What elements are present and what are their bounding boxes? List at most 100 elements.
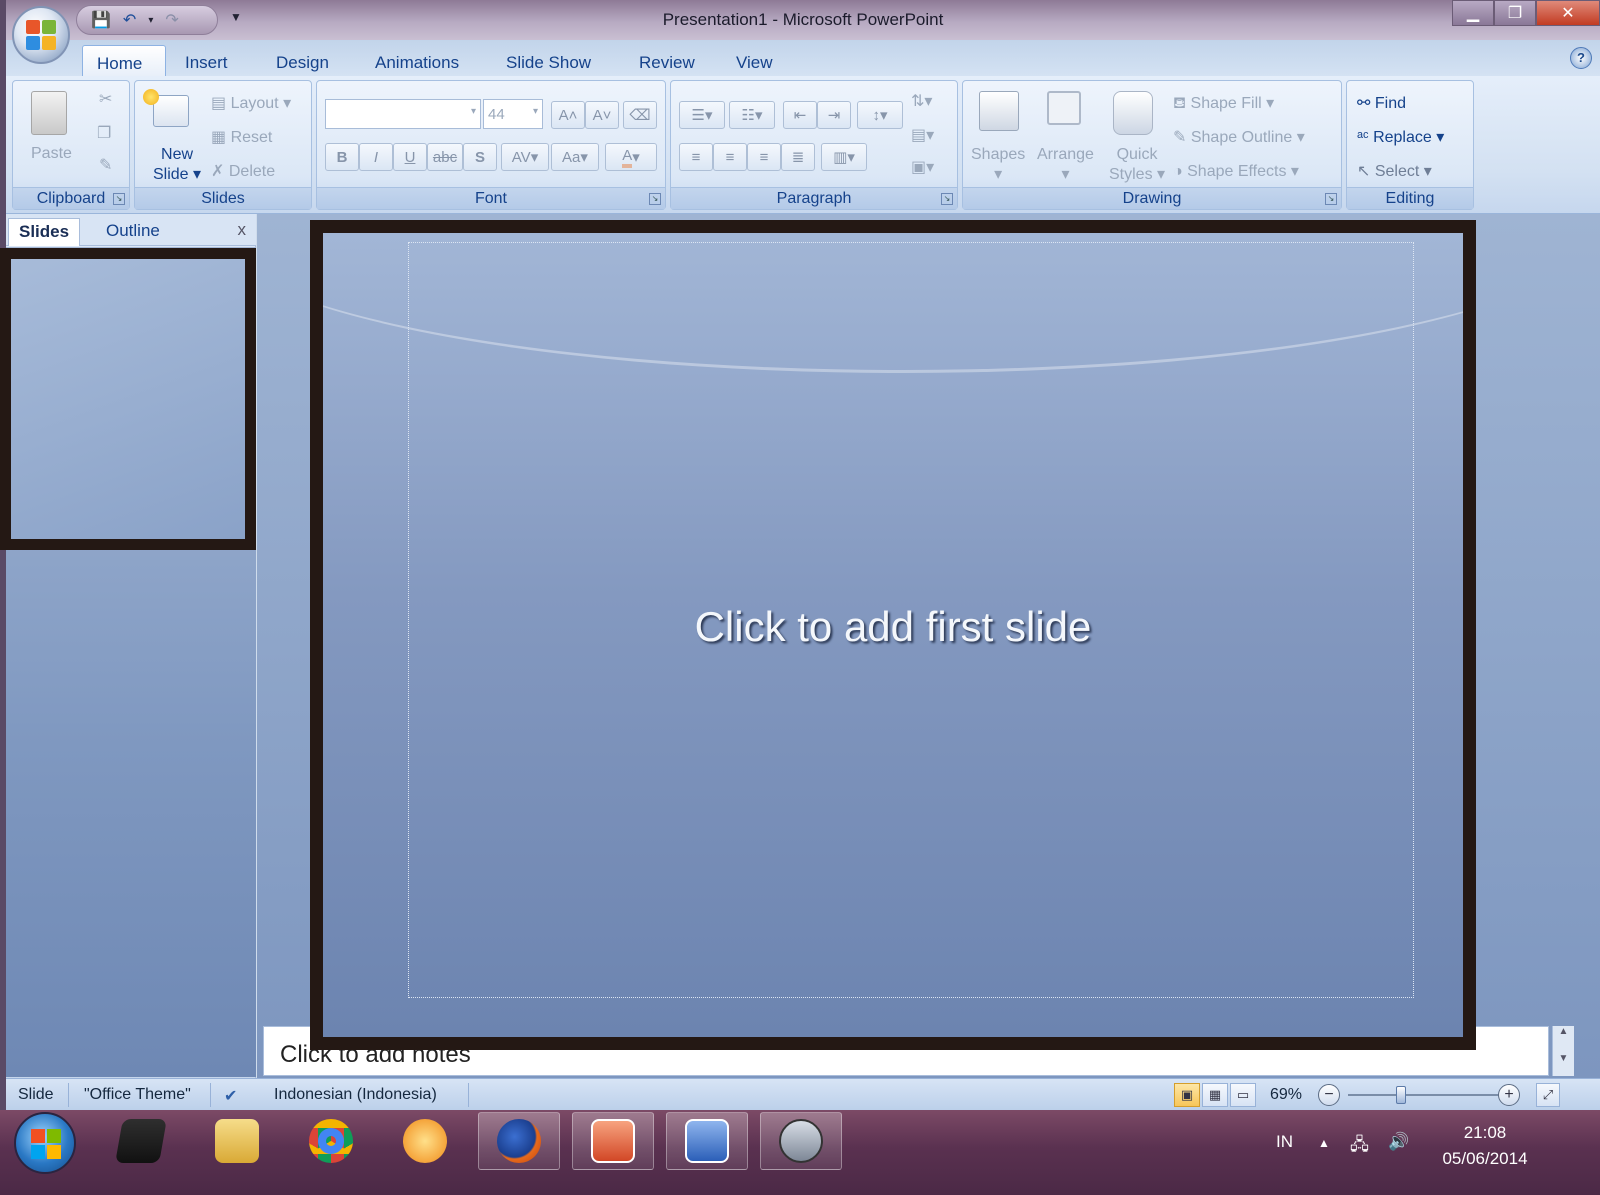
tab-design[interactable]: Design [262,45,343,76]
restore-button[interactable]: ❐ [1494,0,1536,26]
shapes-button[interactable]: Shapes ▾ [971,145,1025,185]
grow-font-button[interactable]: A ˄ [551,101,585,129]
slide-show-icon[interactable]: ▭ [1230,1083,1256,1107]
align-left-icon[interactable]: ≡ [679,143,713,171]
taskbar-chrome[interactable] [290,1112,372,1170]
copy-icon[interactable]: ❐ [97,123,111,143]
zoom-in-icon[interactable]: + [1498,1084,1520,1106]
bold-button[interactable]: B [325,143,359,171]
align-center-icon[interactable]: ≡ [713,143,747,171]
slide-sorter-icon[interactable]: ▦ [1202,1083,1228,1107]
arrange-icon[interactable] [1047,91,1081,125]
status-language[interactable]: Indonesian (Indonesia) [274,1086,437,1104]
strikethrough-button[interactable]: abc [427,143,463,171]
character-spacing-button[interactable]: AV ▾ [501,143,549,171]
columns-button[interactable]: ▥▾ [821,143,867,171]
zoom-slider-thumb[interactable] [1396,1086,1406,1104]
numbering-button[interactable]: ☷▾ [729,101,775,129]
cut-icon[interactable]: ✂ [99,89,112,109]
delete-button[interactable]: ✗ Delete [211,161,275,181]
slide-canvas-highlight-box[interactable]: Click to add first slide [310,220,1476,1050]
new-slide-button[interactable]: New Slide ▾ [153,145,201,185]
taskbar-garena[interactable] [384,1112,466,1170]
arrange-button[interactable]: Arrange ▾ [1037,145,1094,185]
taskbar-inkscape[interactable] [760,1112,842,1170]
ribbon: Paste ✂ ❐ ✎ Clipboard ↘ New Slide ▾ ▤ Lay… [6,76,1600,214]
fit-to-window-icon[interactable]: ⤢ [1536,1083,1560,1107]
office-button[interactable] [12,6,70,64]
bullets-button[interactable]: ☰▾ [679,101,725,129]
taskbar-winamp[interactable] [100,1112,182,1170]
shape-fill-button[interactable]: ⛾ Shape Fill ▾ [1173,93,1274,114]
add-first-slide-text[interactable]: Click to add first slide [323,603,1463,651]
dialog-launcher-icon[interactable]: ↘ [1325,193,1337,205]
status-theme[interactable]: "Office Theme" [84,1086,191,1104]
zoom-slider-track[interactable] [1348,1094,1503,1096]
text-shadow-button[interactable]: S [463,143,497,171]
show-hidden-icons-icon[interactable]: ▲ [1318,1136,1330,1150]
tab-slide-show[interactable]: Slide Show [492,45,605,76]
spell-check-icon[interactable]: ✔ [224,1086,237,1106]
inkscape-icon [779,1119,823,1163]
close-button[interactable]: ✕ [1536,0,1600,26]
font-name-combo[interactable]: ▾ [325,99,481,129]
tab-slides[interactable]: Slides [8,218,81,246]
decrease-indent-icon[interactable]: ⇤ [783,101,817,129]
shape-outline-button[interactable]: ✎ Shape Outline ▾ [1173,127,1305,147]
line-spacing-button[interactable]: ↕▾ [857,101,903,129]
zoom-level[interactable]: 69% [1270,1086,1302,1104]
dialog-launcher-icon[interactable]: ↘ [113,193,125,205]
start-button[interactable] [14,1112,76,1174]
slide-thumbnail-highlight-box[interactable] [0,248,256,550]
select-button[interactable]: ↖ Select ▾ [1357,161,1432,181]
paste-button[interactable]: Paste [31,145,72,163]
normal-view-icon[interactable]: ▣ [1174,1083,1200,1107]
font-size-combo[interactable]: 44 ▾ [483,99,543,129]
tab-home[interactable]: Home [82,45,166,76]
taskbar-file-explorer[interactable] [196,1112,278,1170]
dialog-launcher-icon[interactable]: ↘ [649,193,661,205]
quick-styles-icon[interactable] [1113,91,1153,135]
italic-button[interactable]: I [359,143,393,171]
system-clock[interactable]: 21:08 05/06/2014 [1436,1120,1534,1172]
minimize-button[interactable]: ▁ [1452,0,1494,26]
tab-insert[interactable]: Insert [171,45,242,76]
change-case-button[interactable]: Aa ▾ [551,143,599,171]
help-icon[interactable]: ? [1570,47,1592,69]
taskbar-powerpoint[interactable] [572,1112,654,1170]
text-direction-icon[interactable]: ⇅▾ [911,91,932,111]
quick-styles-button[interactable]: Quick Styles ▾ [1109,145,1165,185]
close-pane-icon[interactable]: x [238,220,247,240]
tab-outline[interactable]: Outline [96,218,170,246]
volume-icon[interactable]: 🔊 [1388,1132,1409,1152]
dialog-launcher-icon[interactable]: ↘ [941,193,953,205]
scroll-down-icon[interactable]: ▼ [1553,1053,1574,1064]
shape-effects-button[interactable]: ◑ Shape Effects ▾ [1173,161,1299,181]
shrink-font-button[interactable]: A ˅ [585,101,619,129]
clear-formatting-icon[interactable]: ⌫ [623,101,657,129]
tab-view[interactable]: View [722,45,787,76]
justify-icon[interactable]: ≣ [781,143,815,171]
taskbar-word[interactable] [666,1112,748,1170]
smartart-icon[interactable]: ▣▾ [911,157,934,177]
format-painter-icon[interactable]: ✎ [99,155,112,175]
language-indicator[interactable]: IN [1276,1132,1293,1152]
find-button[interactable]: ⚯ Find [1357,93,1406,113]
network-icon[interactable]: 🖧 [1350,1132,1369,1161]
font-color-button[interactable]: A ▾ [605,143,657,171]
align-right-icon[interactable]: ≡ [747,143,781,171]
tab-review[interactable]: Review [625,45,709,76]
layout-button[interactable]: ▤ Layout ▾ [211,93,291,113]
align-text-icon[interactable]: ▤▾ [911,125,934,145]
zoom-out-icon[interactable]: − [1318,1084,1340,1106]
reset-button[interactable]: ▦ Reset [211,127,272,147]
tab-animations[interactable]: Animations [361,45,473,76]
underline-button[interactable]: U [393,143,427,171]
taskbar-firefox[interactable] [478,1112,560,1170]
increase-indent-icon[interactable]: ⇥ [817,101,851,129]
scroll-up-icon[interactable]: ▲ [1553,1026,1574,1037]
shapes-icon[interactable] [979,91,1019,131]
notes-scrollbar[interactable]: ▲ ▼ [1552,1026,1574,1076]
replace-button[interactable]: ᵃᶜ Replace ▾ [1357,127,1444,147]
paste-icon[interactable] [31,91,67,135]
